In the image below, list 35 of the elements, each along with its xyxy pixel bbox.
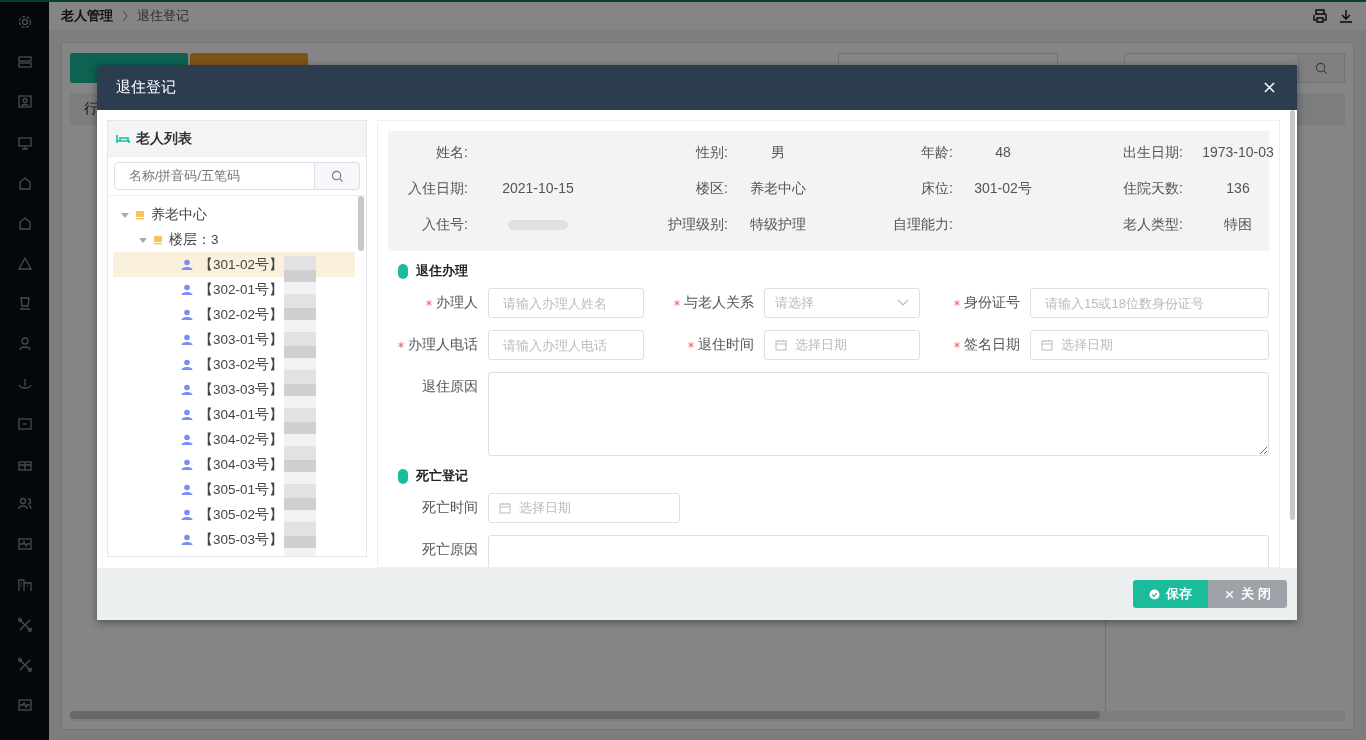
field-label: 签名日期 (964, 336, 1020, 354)
section-title: 退住办理 (416, 263, 468, 280)
info-label: 床位: (920, 179, 953, 198)
info-label: 自理能力: (892, 215, 953, 234)
info-label: 性别: (694, 143, 728, 162)
info-label: 入住日期: (407, 179, 468, 198)
info-value: 301-02号 (973, 179, 1033, 198)
field-label: 身份证号 (964, 294, 1020, 312)
field-label: 与老人关系 (684, 294, 754, 312)
info-label: 楼区: (695, 179, 728, 198)
column-header: 行 (84, 100, 98, 118)
info-value: 1973-10-03 (1201, 143, 1275, 162)
info-label: 护理级别: (667, 215, 728, 234)
dialog-title: 退住登记 (116, 78, 176, 97)
info-value: 2021-10-15 (501, 179, 575, 198)
info-label: 老人类型: (1122, 215, 1183, 234)
field-label: 退住原因 (422, 378, 478, 396)
info-value: 特困 (1223, 215, 1253, 234)
info-value: 136 (1225, 179, 1251, 198)
field-label: 死亡原因 (422, 541, 478, 559)
info-label: 住院天数: (1122, 179, 1183, 198)
field-label: 办理人电话 (408, 336, 478, 354)
field-label: 办理人 (436, 294, 478, 312)
field-label: 退住时间 (698, 336, 754, 354)
field-label: 死亡时间 (422, 499, 478, 517)
info-value: 48 (994, 143, 1012, 162)
info-label: 姓名: (435, 143, 468, 162)
info-value: 男 (770, 143, 786, 162)
info-label: 入住号: (421, 215, 468, 234)
info-value: 养老中心 (749, 179, 807, 198)
section-title: 死亡登记 (416, 468, 468, 485)
panel-title: 老人列表 (136, 129, 192, 148)
info-label: 出生日期: (1122, 143, 1183, 162)
info-label: 年龄: (920, 143, 953, 162)
info-value: 特级护理 (749, 215, 807, 234)
